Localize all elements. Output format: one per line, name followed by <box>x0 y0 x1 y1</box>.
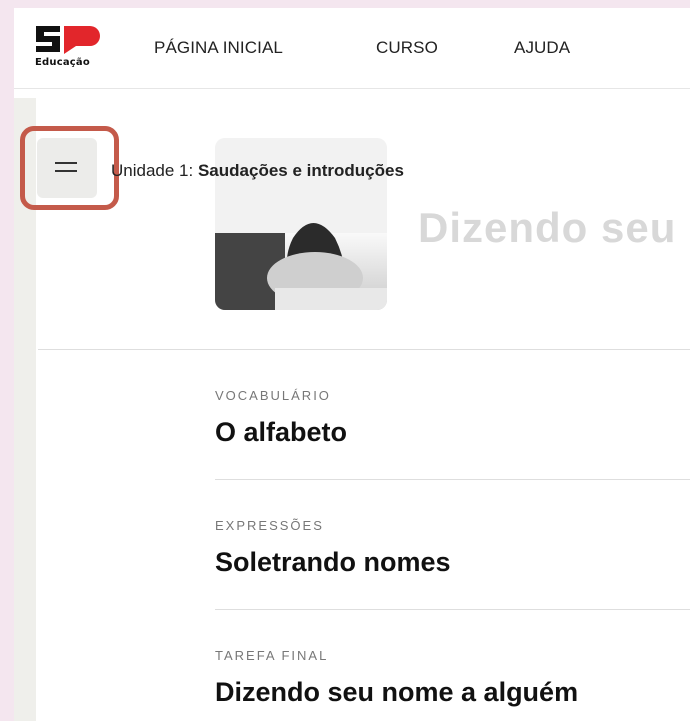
hamburger-icon <box>55 162 77 164</box>
section-divider <box>38 349 690 350</box>
lesson-category: VOCABULÁRIO <box>215 388 331 403</box>
lesson-title-dizendo[interactable]: Dizendo seu nome a alguém <box>215 677 578 708</box>
nav-help-link[interactable]: AJUDA <box>514 38 570 58</box>
lesson-title-soletrando[interactable]: Soletrando nomes <box>215 547 451 578</box>
lesson-category: EXPRESSÕES <box>215 518 324 533</box>
menu-toggle-button[interactable] <box>37 138 97 198</box>
sp-logo-icon <box>36 26 100 54</box>
hamburger-icon <box>55 170 77 172</box>
top-navigation: Educação PÁGINA INICIAL CURSO AJUDA <box>14 8 690 89</box>
logo-text: Educação <box>35 57 90 68</box>
unit-number: Unidade 1: <box>111 161 194 180</box>
lesson-category: TAREFA FINAL <box>215 648 329 663</box>
lesson-title-alfabeto[interactable]: O alfabeto <box>215 417 347 448</box>
app-frame: Educação PÁGINA INICIAL CURSO AJUDA Dize… <box>14 8 690 721</box>
lesson-divider <box>215 479 690 480</box>
unit-name: Saudações e introduções <box>197 161 404 180</box>
unit-breadcrumb: Unidade 1: Saudações e introduções <box>111 161 404 181</box>
lesson-divider <box>215 609 690 610</box>
nav-course-link[interactable]: CURSO <box>376 38 438 58</box>
nav-home-link[interactable]: PÁGINA INICIAL <box>154 38 283 58</box>
